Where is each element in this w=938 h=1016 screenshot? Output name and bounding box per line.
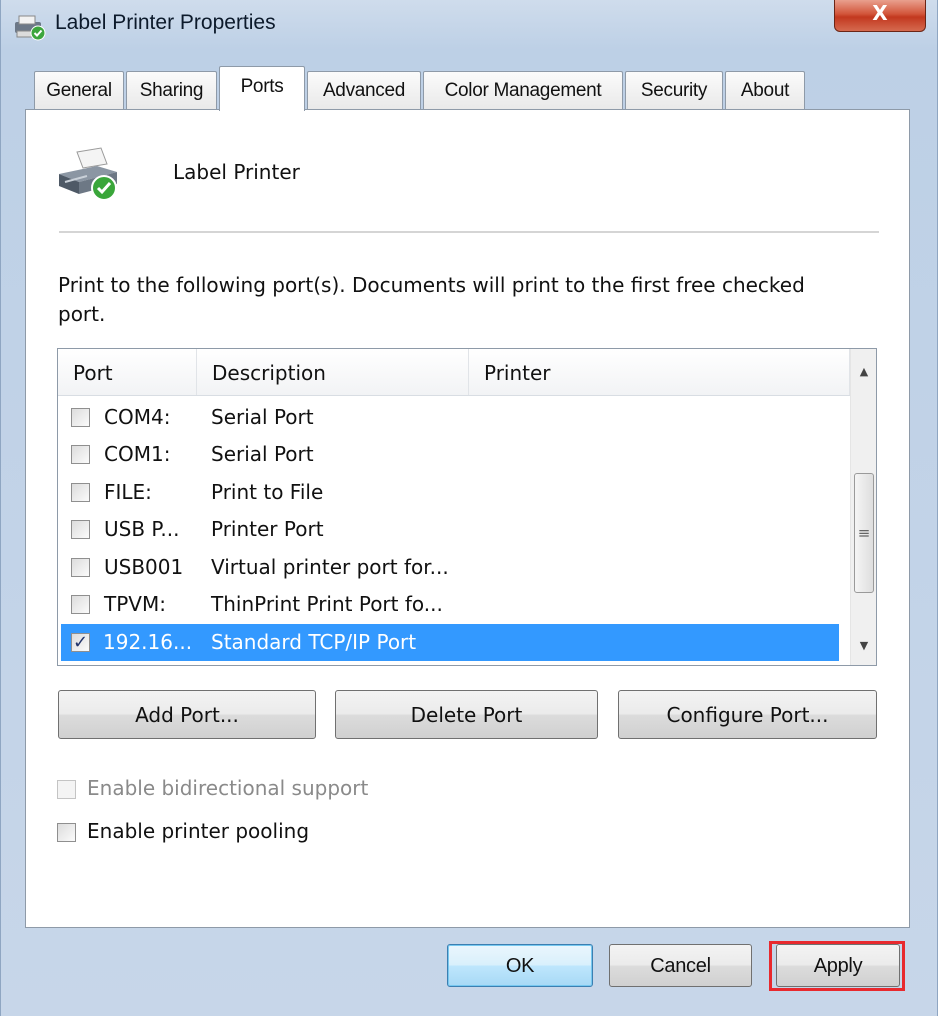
tab-sharing[interactable]: Sharing: [126, 71, 217, 109]
tab-ports[interactable]: Ports: [219, 66, 305, 111]
apply-highlight-box: [769, 941, 905, 991]
port-description: Print to File: [211, 480, 324, 504]
separator: [59, 231, 879, 234]
tab-advanced[interactable]: Advanced: [307, 71, 421, 109]
port-name: COM4:: [104, 405, 171, 429]
port-list-scrollbar[interactable]: ▲ ≡ ▼: [850, 349, 876, 665]
port-description: Printer Port: [211, 517, 324, 541]
port-description: Standard TCP/IP Port: [211, 630, 417, 654]
port-description: Serial Port: [211, 442, 314, 466]
port-checkbox[interactable]: [71, 595, 90, 614]
port-checkbox[interactable]: [71, 558, 90, 577]
port-list-header: Port Description Printer: [58, 349, 850, 396]
port-name: FILE:: [104, 480, 152, 504]
cancel-button[interactable]: Cancel: [609, 944, 752, 987]
port-row[interactable]: COM1: Serial Port: [61, 436, 839, 473]
port-name: COM1:: [104, 442, 171, 466]
delete-port-button[interactable]: Delete Port: [335, 690, 598, 739]
printer-pooling-checkbox[interactable]: [57, 823, 76, 842]
column-header-port[interactable]: Port: [58, 349, 197, 395]
port-row[interactable]: USB001 Virtual printer port for...: [61, 549, 839, 586]
port-list[interactable]: Port Description Printer COM4: Serial Po…: [57, 348, 877, 666]
printer-icon: [59, 147, 117, 201]
instruction-text: Print to the following port(s). Document…: [58, 273, 805, 326]
column-header-description[interactable]: Description: [197, 349, 469, 395]
window-title: Label Printer Properties: [55, 11, 276, 34]
bidirectional-support-checkbox: [57, 780, 76, 799]
port-checkbox[interactable]: [71, 408, 90, 427]
configure-port-button[interactable]: Configure Port...: [618, 690, 877, 739]
tab-about[interactable]: About: [725, 71, 805, 109]
ok-button[interactable]: OK: [447, 944, 593, 987]
port-checkbox[interactable]: [71, 445, 90, 464]
port-row[interactable]: TPVM: ThinPrint Print Port fo...: [61, 586, 839, 623]
printer-name: Label Printer: [173, 160, 300, 184]
printer-app-icon: [15, 15, 46, 41]
tab-color-management[interactable]: Color Management: [423, 71, 623, 109]
port-name: USB P...: [104, 517, 180, 541]
port-row[interactable]: COM4: Serial Port: [61, 399, 839, 436]
bidirectional-support-label: Enable bidirectional support: [87, 776, 369, 800]
tab-general[interactable]: General: [34, 71, 124, 109]
port-checkbox[interactable]: [71, 520, 90, 539]
port-name: 192.16...: [103, 630, 193, 654]
port-row-selected[interactable]: 192.16... Standard TCP/IP Port: [61, 624, 839, 661]
port-row[interactable]: FILE: Print to File: [61, 474, 839, 511]
printer-properties-window: Label Printer Properties X General Shari…: [0, 0, 938, 1016]
column-header-printer[interactable]: Printer: [469, 349, 850, 395]
port-checkbox[interactable]: [71, 483, 90, 502]
printer-pooling-label[interactable]: Enable printer pooling: [87, 819, 309, 843]
scroll-down-arrow-icon[interactable]: ▼: [851, 623, 876, 665]
port-name: USB001: [104, 555, 184, 579]
port-description: ThinPrint Print Port fo...: [211, 592, 443, 616]
scroll-thumb[interactable]: ≡: [854, 473, 874, 593]
port-name: TPVM:: [104, 592, 166, 616]
port-checkbox-checked[interactable]: [71, 624, 90, 661]
scroll-up-arrow-icon[interactable]: ▲: [851, 349, 876, 395]
close-button[interactable]: X: [834, 0, 926, 32]
port-description: Serial Port: [211, 405, 314, 429]
add-port-button[interactable]: Add Port...: [58, 690, 316, 739]
port-row[interactable]: USB P... Printer Port: [61, 511, 839, 548]
port-description: Virtual printer port for...: [211, 555, 449, 579]
tab-security[interactable]: Security: [625, 71, 723, 109]
